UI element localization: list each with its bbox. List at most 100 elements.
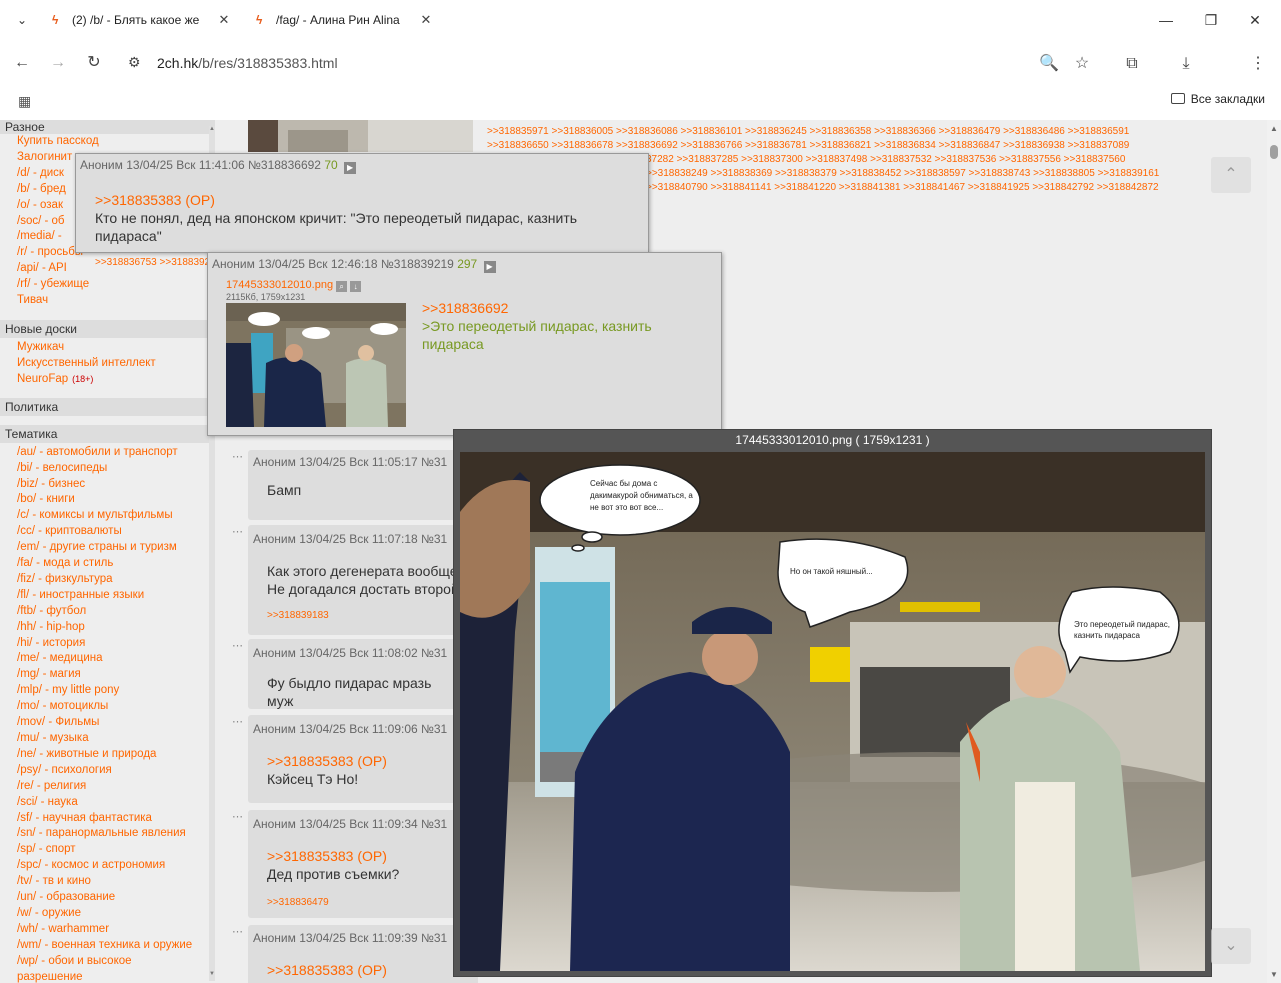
post-menu-icon[interactable]: ⋯ [232, 715, 243, 728]
sidebar-item[interactable]: /sci/ - наука [0, 795, 215, 811]
post-menu-icon[interactable]: ⋯ [232, 450, 243, 463]
download-file-icon[interactable]: ↓ [350, 281, 362, 292]
post-replies[interactable]: >>318839183 [248, 598, 478, 621]
sidebar-item[interactable]: /fa/ - мода и стиль [0, 556, 215, 572]
sidebar-item[interactable]: Купить пасскод [0, 134, 215, 150]
extensions-icon[interactable]: ⧉ [1120, 52, 1144, 76]
sidebar-item[interactable]: /un/ - образование [0, 890, 215, 906]
popup-post-number[interactable]: №318836692 [248, 158, 321, 172]
op-image-thumbnail[interactable] [248, 120, 473, 152]
zoom-icon[interactable]: 🔍 [1037, 52, 1061, 76]
sidebar-item[interactable]: /hh/ - hip-hop [0, 620, 215, 636]
reply-ref-line[interactable]: >>318836650 >>318836678 >>318836692 >>31… [487, 139, 1177, 153]
sidebar-item[interactable]: /w/ - оружие [0, 906, 215, 922]
minimize-icon[interactable]: — [1154, 8, 1178, 32]
sidebar-item-desc: - наука [37, 795, 78, 808]
scrollbar-thumb[interactable] [1270, 145, 1278, 159]
search-image-icon[interactable]: ⌕ [336, 281, 348, 292]
menu-icon[interactable]: ⋮ [1246, 52, 1270, 76]
sidebar-item[interactable]: /me/ - медицина [0, 651, 215, 667]
sidebar-item[interactable]: /wp/ - обои и высокое [0, 954, 215, 970]
sidebar-item[interactable]: NeuroFap (18+) [0, 372, 215, 388]
sidebar-item[interactable]: /biz/ - бизнес [0, 477, 215, 493]
scroll-to-top-button[interactable]: ⌃ [1211, 157, 1251, 193]
op-reply-link[interactable]: >>318835383 (OP) [95, 191, 629, 209]
post-menu-icon[interactable]: ⋯ [232, 925, 243, 938]
popup-post-number[interactable]: №318839219 [381, 257, 454, 271]
sidebar-item[interactable]: /tv/ - тв и кино [0, 874, 215, 890]
post-replies[interactable]: >>318836479 [248, 883, 478, 908]
reload-icon[interactable]: ↻ [81, 50, 107, 76]
sidebar-item[interactable]: /spc/ - космос и астрономия [0, 858, 215, 874]
sidebar-item[interactable]: /sf/ - научная фантастика [0, 811, 215, 827]
play-icon[interactable]: ▶ [483, 261, 496, 273]
sidebar-item[interactable]: /c/ - комиксы и мультфильмы [0, 508, 215, 524]
sidebar-item[interactable]: /au/ - автомобили и транспорт [0, 445, 215, 461]
back-icon[interactable]: ← [9, 50, 35, 76]
image-viewer[interactable]: 17445333012010.png ( 1759x1231 ) Сейчас … [453, 429, 1212, 977]
sidebar-item[interactable]: /ftb/ - футбол [0, 604, 215, 620]
sidebar-item[interactable]: разрешение [0, 970, 215, 983]
sidebar-item[interactable]: /mo/ - мотоциклы [0, 699, 215, 715]
download-icon[interactable]: ⤓ [1174, 52, 1198, 76]
sidebar-item[interactable]: /fiz/ - физкультура [0, 572, 215, 588]
scroll-to-bottom-button[interactable]: ⌄ [1211, 928, 1251, 964]
op-reply-link[interactable]: >>318835383 (OP) [267, 752, 459, 770]
sidebar-item-code: /mov/ [17, 716, 46, 729]
sidebar-item[interactable]: /mov/ - Фильмы [0, 715, 215, 731]
sidebar-item[interactable]: /bo/ - книги [0, 492, 215, 508]
op-reply-link[interactable]: >>318835383 (OP) [267, 847, 459, 865]
reply-link[interactable]: >>318836692 [422, 299, 702, 317]
tab-inactive[interactable]: ϟ/fag/ - Алина Рин Alina ✕ [256, 6, 434, 34]
tab-search-icon[interactable]: ⌄ [12, 10, 32, 30]
bookmark-star-icon[interactable]: ☆ [1070, 52, 1094, 76]
all-bookmarks-button[interactable]: Все закладки [1170, 92, 1265, 106]
section-politics[interactable]: Политика [0, 397, 215, 416]
sidebar-item-code: /mu/ [17, 732, 40, 744]
page-scrollbar[interactable]: ▲ ▼ [1267, 120, 1281, 983]
sidebar-item[interactable]: /re/ - религия [0, 779, 215, 795]
sidebar-item[interactable]: /mlp/ - my little pony [0, 683, 215, 699]
sidebar-item[interactable]: /wm/ - военная техника и оружие [0, 938, 215, 954]
sidebar-item[interactable]: /rf/ - убежище [0, 277, 215, 293]
scroll-down-icon[interactable]: ▼ [1269, 970, 1279, 979]
sidebar-item-desc: - животные и природа [36, 747, 157, 760]
sidebar-item[interactable]: /mg/ - магия [0, 667, 215, 683]
section-themes[interactable]: Тематика [0, 424, 215, 443]
tab-active[interactable]: ϟ (2) /b/ - Блять какое же ✕ [52, 6, 232, 34]
close-tab-icon[interactable]: ✕ [216, 6, 232, 34]
sidebar-item[interactable]: /sp/ - спорт [0, 842, 215, 858]
speech-bubble-text: Сейчас бы дома с дакимакурой обниматься,… [590, 479, 693, 512]
post-menu-icon[interactable]: ⋯ [232, 525, 243, 538]
close-tab-icon[interactable]: ✕ [418, 6, 434, 34]
site-info-icon[interactable]: ⚙ [128, 54, 141, 71]
sidebar-item[interactable]: /sn/ - паранормальные явления [0, 826, 215, 842]
apps-grid-icon[interactable]: ▦ [18, 93, 31, 110]
forward-icon[interactable]: → [45, 50, 71, 76]
file-thumbnail[interactable] [226, 303, 406, 427]
post-menu-icon[interactable]: ⋯ [232, 639, 243, 652]
sidebar-item[interactable]: /cc/ - криптовалюты [0, 524, 215, 540]
scroll-up-icon[interactable]: ▲ [1269, 124, 1279, 133]
op-reply-link[interactable]: >>318835383 (OP) [267, 961, 459, 979]
sidebar-item[interactable]: /bi/ - велосипеды [0, 461, 215, 477]
reply-ref-line[interactable]: >>318835971 >>318836005 >>318836086 >>31… [487, 125, 1177, 139]
sidebar-item[interactable]: /ne/ - животные и природа [0, 747, 215, 763]
sidebar-item[interactable]: /fl/ - иностранные языки [0, 588, 215, 604]
sidebar-item[interactable]: Мужикач [0, 340, 215, 356]
tab-favicon-icon: ϟ [52, 13, 59, 27]
sidebar-item[interactable]: /mu/ - музыка [0, 731, 215, 747]
sidebar-item[interactable]: /hi/ - история [0, 636, 215, 652]
file-name-link[interactable]: 17445333012010.png [226, 279, 333, 291]
restore-icon[interactable]: ❐ [1199, 8, 1223, 32]
sidebar-item[interactable]: /em/ - другие страны и туризм [0, 540, 215, 556]
viewer-image[interactable]: Сейчас бы дома с дакимакурой обниматься,… [460, 452, 1205, 971]
sidebar-item[interactable]: /psy/ - психология [0, 763, 215, 779]
play-icon[interactable]: ▶ [344, 162, 357, 174]
sidebar-item[interactable]: /wh/ - warhammer [0, 922, 215, 938]
address-bar[interactable]: 2ch.hk/b/res/318835383.html [157, 53, 338, 73]
post-menu-icon[interactable]: ⋯ [232, 810, 243, 823]
close-window-icon[interactable]: ✕ [1243, 8, 1267, 32]
sidebar-item[interactable]: Тивач [0, 293, 215, 309]
sidebar-item[interactable]: Искусственный интеллект [0, 356, 215, 372]
